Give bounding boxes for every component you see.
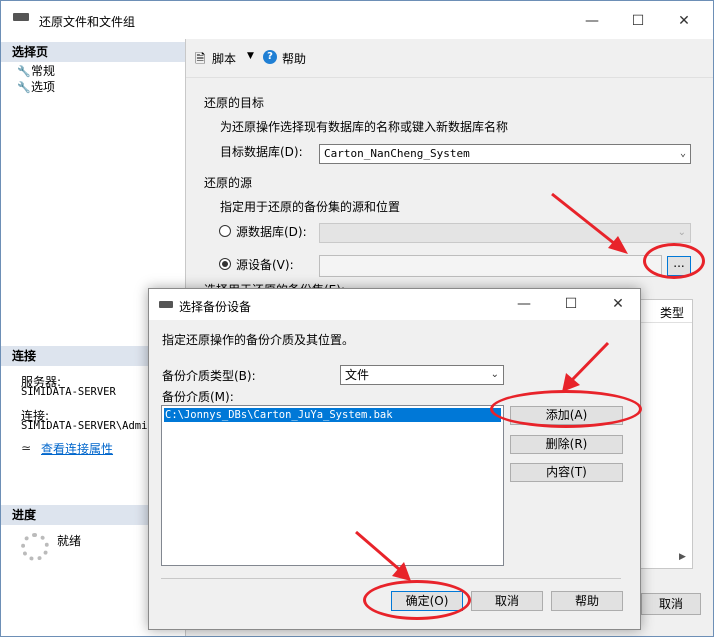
annotation-arrows <box>355 192 628 581</box>
annotation-arrow-ok <box>355 530 401 572</box>
annotation-arrow-browse <box>551 192 616 246</box>
annotation-arrow-add <box>570 341 610 382</box>
annotation-arrowhead-browse <box>608 236 628 254</box>
